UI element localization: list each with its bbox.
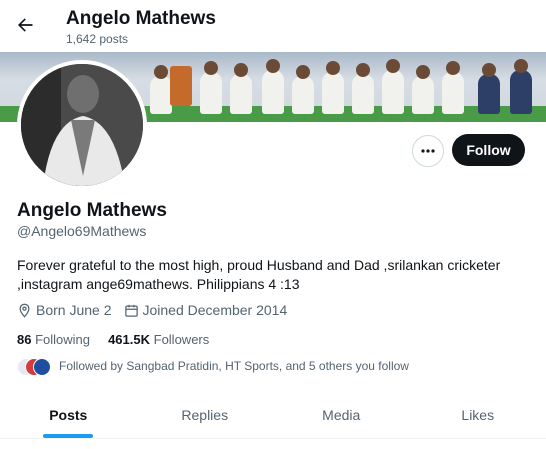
more-horizontal-icon bbox=[421, 149, 435, 153]
followers-link[interactable]: 461.5K Followers bbox=[108, 332, 209, 347]
banner-figure bbox=[352, 63, 374, 114]
banner-figure bbox=[412, 65, 434, 114]
banner-figure bbox=[200, 61, 222, 114]
followers-count: 461.5K bbox=[108, 332, 150, 347]
profile-meta: Born June 2 Joined December 2014 bbox=[17, 302, 299, 318]
profile-stats: 86 Following 461.5K Followers bbox=[17, 332, 209, 347]
followed-by-text: Followed by Sangbad Pratidin, HT Sports,… bbox=[59, 359, 409, 373]
followed-by-row[interactable]: Followed by Sangbad Pratidin, HT Sports,… bbox=[17, 358, 409, 376]
follower-avatar bbox=[33, 358, 51, 376]
back-arrow-icon bbox=[18, 18, 33, 32]
banner-figure bbox=[322, 61, 344, 114]
profile-bio: Forever grateful to the most high, proud… bbox=[17, 257, 501, 292]
banner-figure bbox=[382, 59, 404, 114]
birthday-item: Born June 2 bbox=[17, 302, 112, 318]
banner-figure bbox=[230, 63, 252, 114]
header-posts-count: 1,642 posts bbox=[66, 32, 129, 46]
profile-tabs: Posts Replies Media Likes bbox=[0, 392, 546, 438]
tabs-divider bbox=[0, 438, 546, 439]
following-link[interactable]: 86 Following bbox=[17, 332, 90, 347]
profile-avatar[interactable] bbox=[17, 60, 147, 190]
birthday-text: Born June 2 bbox=[36, 302, 112, 318]
follow-button[interactable]: Follow bbox=[452, 134, 525, 166]
followed-by-avatars bbox=[17, 358, 51, 376]
profile-handle: @Angelo69Mathews bbox=[17, 223, 147, 239]
profile-name: Angelo Mathews bbox=[17, 200, 167, 221]
avatar-photo bbox=[21, 64, 143, 186]
following-count: 86 bbox=[17, 332, 32, 347]
banner-figure bbox=[510, 59, 532, 114]
tab-replies[interactable]: Replies bbox=[137, 392, 274, 438]
banner-trophy bbox=[170, 66, 192, 106]
tab-media[interactable]: Media bbox=[273, 392, 410, 438]
following-label: Following bbox=[35, 332, 91, 347]
profile-header-bar: Angelo Mathews 1,642 posts bbox=[0, 0, 546, 52]
banner-figure bbox=[442, 61, 464, 114]
banner-figure bbox=[262, 59, 284, 114]
calendar-icon bbox=[124, 304, 138, 317]
banner-figure bbox=[150, 65, 172, 114]
banner-figure bbox=[478, 63, 500, 114]
joined-text: Joined December 2014 bbox=[142, 302, 288, 318]
tab-posts[interactable]: Posts bbox=[0, 392, 137, 438]
header-name: Angelo Mathews bbox=[66, 8, 216, 29]
back-button[interactable] bbox=[8, 8, 42, 42]
banner-figure bbox=[292, 65, 314, 114]
tab-likes[interactable]: Likes bbox=[410, 392, 546, 438]
joined-item: Joined December 2014 bbox=[124, 302, 288, 318]
followers-label: Followers bbox=[153, 332, 210, 347]
more-options-button[interactable] bbox=[412, 135, 444, 167]
location-pin-icon bbox=[19, 303, 30, 318]
